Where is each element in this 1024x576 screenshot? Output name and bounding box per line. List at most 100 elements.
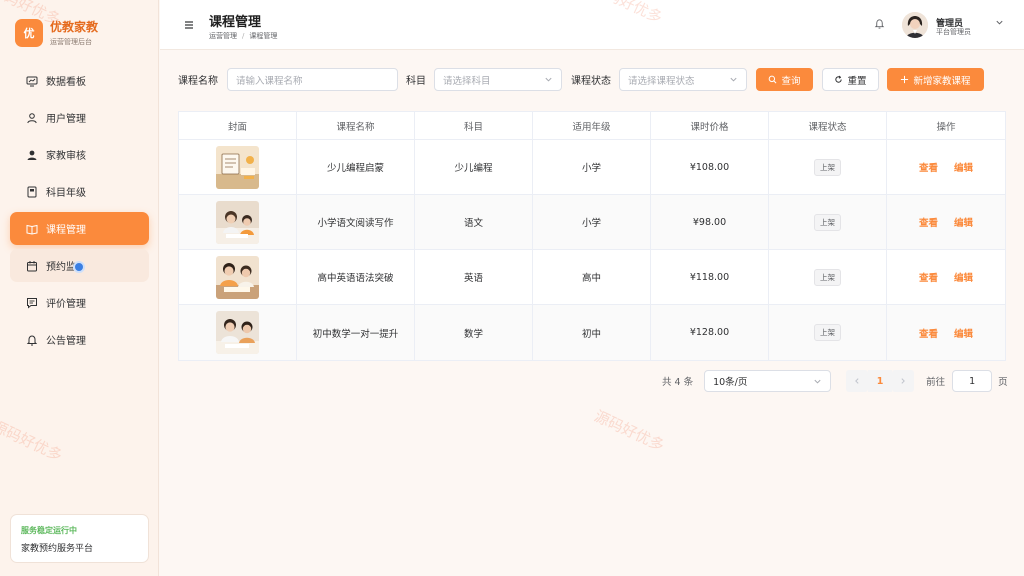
pagination-total: 共 4 条 bbox=[662, 377, 694, 388]
add-course-button[interactable]: 新增家教课程 bbox=[887, 68, 984, 91]
column-header: 课时价格 bbox=[651, 112, 769, 139]
sidebar-item-label: 家教审核 bbox=[46, 151, 86, 162]
logo-icon: 优 bbox=[15, 19, 43, 47]
course-name: 少儿编程启蒙 bbox=[297, 140, 415, 194]
course-subject: 少儿编程 bbox=[415, 140, 533, 194]
column-header: 课程状态 bbox=[769, 112, 887, 139]
notification-dot bbox=[73, 261, 85, 273]
course-cover-image bbox=[216, 200, 259, 244]
course-grade: 小学 bbox=[533, 195, 651, 249]
page-number-current[interactable]: 1 bbox=[868, 370, 893, 392]
goto-page-input[interactable]: 1 bbox=[952, 370, 993, 392]
course-status-select[interactable]: 请选择课程状态 bbox=[619, 68, 747, 91]
user-role: 平台管理员 bbox=[936, 28, 971, 36]
course-subject: 语文 bbox=[415, 195, 533, 249]
prev-page-button[interactable] bbox=[846, 370, 869, 392]
sidebar-item-label: 课程管理 bbox=[46, 225, 86, 236]
table-row: 少儿编程启蒙 少儿编程 小学 ¥108.00 上架 查看 编辑 bbox=[179, 140, 1005, 195]
course-name: 小学语文阅读写作 bbox=[297, 195, 415, 249]
course-name-input[interactable]: 请输入课程名称 bbox=[227, 68, 398, 91]
course-table: 封面 课程名称 科目 适用年级 课时价格 课程状态 操作 少儿编程启蒙 少儿编程… bbox=[178, 111, 1006, 361]
sidebar: 优 优教家教 运营管理后台 数据看板 用户管理 家教审核 科目年级 课程管理 预… bbox=[0, 0, 159, 576]
user-check-icon bbox=[26, 149, 38, 161]
table-header: 封面 课程名称 科目 适用年级 课时价格 课程状态 操作 bbox=[179, 112, 1005, 140]
view-button[interactable]: 查看 bbox=[919, 326, 938, 340]
chevron-down-icon bbox=[813, 377, 822, 389]
watermark: 源码好优多 bbox=[591, 406, 668, 455]
sidebar-item-users[interactable]: 用户管理 bbox=[10, 101, 149, 134]
subject-select[interactable]: 请选择科目 bbox=[434, 68, 562, 91]
avatar[interactable] bbox=[902, 12, 928, 38]
service-status-card: 服务稳定运行中 家教预约服务平台 bbox=[10, 514, 149, 563]
notification-bell-icon[interactable] bbox=[874, 18, 885, 32]
chevron-left-icon bbox=[855, 378, 859, 384]
chevron-right-icon bbox=[901, 378, 905, 384]
top-header: 课程管理 运营管理 / 课程管理 管理员 平台管理员 bbox=[160, 0, 1024, 50]
course-name: 初中数学一对一提升 bbox=[297, 305, 415, 360]
status-badge: 上架 bbox=[814, 268, 841, 286]
book-icon bbox=[26, 186, 38, 198]
status-badge: 上架 bbox=[814, 213, 841, 231]
subject-label: 科目 bbox=[406, 76, 426, 87]
course-price: ¥108.00 bbox=[651, 140, 769, 194]
view-button[interactable]: 查看 bbox=[919, 270, 938, 284]
course-name: 高中英语语法突破 bbox=[297, 250, 415, 304]
view-button[interactable]: 查看 bbox=[919, 160, 938, 174]
search-icon bbox=[769, 75, 777, 84]
edit-button[interactable]: 编辑 bbox=[954, 326, 973, 340]
app-title: 优教家教 bbox=[50, 19, 99, 34]
pagination: 共 4 条 10条/页 1 前往 1 页 bbox=[662, 370, 1008, 392]
reset-button[interactable]: 重置 bbox=[822, 68, 879, 91]
breadcrumb-item: 课程管理 bbox=[249, 32, 278, 40]
sidebar-item-reviews[interactable]: 评价管理 bbox=[10, 286, 149, 319]
sidebar-item-courses[interactable]: 课程管理 bbox=[10, 212, 149, 245]
column-header: 封面 bbox=[179, 112, 297, 139]
comment-icon bbox=[26, 297, 38, 309]
column-header: 操作 bbox=[936, 121, 956, 133]
page-suffix: 页 bbox=[998, 377, 1008, 388]
table-row: 小学语文阅读写作 语文 小学 ¥98.00 上架 查看 编辑 bbox=[179, 195, 1005, 250]
goto-label: 前往 bbox=[926, 377, 946, 388]
service-status-title: 服务稳定运行中 bbox=[21, 526, 77, 535]
breadcrumb: 运营管理 / 课程管理 bbox=[209, 32, 278, 40]
filter-bar: 课程名称 请输入课程名称 科目 请选择科目 课程状态 请选择课程状态 查询 重置… bbox=[178, 68, 984, 91]
user-icon bbox=[26, 112, 38, 124]
sidebar-item-bookings[interactable]: 预约监 bbox=[10, 249, 149, 282]
course-grade: 小学 bbox=[533, 140, 651, 194]
sidebar-item-tutor-review[interactable]: 家教审核 bbox=[10, 138, 149, 171]
breadcrumb-item[interactable]: 运营管理 bbox=[209, 32, 237, 40]
course-grade: 初中 bbox=[533, 305, 651, 360]
sidebar-item-dashboard[interactable]: 数据看板 bbox=[10, 64, 149, 97]
table-row: 初中数学一对一提升 数学 初中 ¥128.00 上架 查看 编辑 bbox=[179, 305, 1005, 360]
sidebar-item-label: 评价管理 bbox=[46, 299, 86, 310]
chevron-down-icon[interactable] bbox=[995, 18, 1004, 30]
edit-button[interactable]: 编辑 bbox=[954, 160, 973, 174]
plus-icon bbox=[901, 75, 909, 84]
calendar-icon bbox=[26, 260, 38, 272]
edit-button[interactable]: 编辑 bbox=[954, 215, 973, 229]
dashboard-icon bbox=[26, 75, 38, 87]
column-header: 适用年级 bbox=[533, 112, 651, 139]
sidebar-item-label: 科目年级 bbox=[46, 188, 86, 199]
course-price: ¥128.00 bbox=[651, 305, 769, 360]
view-button[interactable]: 查看 bbox=[919, 215, 938, 229]
sidebar-item-announcements[interactable]: 公告管理 bbox=[10, 323, 149, 356]
next-page-button[interactable] bbox=[892, 370, 915, 392]
page-title: 课程管理 bbox=[209, 15, 262, 30]
chevron-down-icon bbox=[544, 75, 553, 87]
course-price: ¥98.00 bbox=[651, 195, 769, 249]
sidebar-item-label: 公告管理 bbox=[46, 336, 86, 347]
sidebar-item-subjects[interactable]: 科目年级 bbox=[10, 175, 149, 208]
refresh-icon bbox=[835, 75, 843, 83]
course-subject: 数学 bbox=[415, 305, 533, 360]
sidebar-item-label: 预约监 bbox=[46, 262, 76, 273]
course-status-label: 课程状态 bbox=[571, 76, 611, 87]
table-row: 高中英语语法突破 英语 高中 ¥118.00 上架 查看 编辑 bbox=[179, 250, 1005, 305]
sidebar-item-label: 用户管理 bbox=[46, 114, 86, 125]
page-size-select[interactable]: 10条/页 bbox=[704, 370, 832, 392]
menu-toggle-icon[interactable] bbox=[184, 19, 194, 33]
query-button[interactable]: 查询 bbox=[756, 68, 813, 91]
logo[interactable]: 优 优教家教 运营管理后台 bbox=[15, 19, 98, 47]
chevron-down-icon bbox=[729, 75, 738, 87]
edit-button[interactable]: 编辑 bbox=[954, 270, 973, 284]
